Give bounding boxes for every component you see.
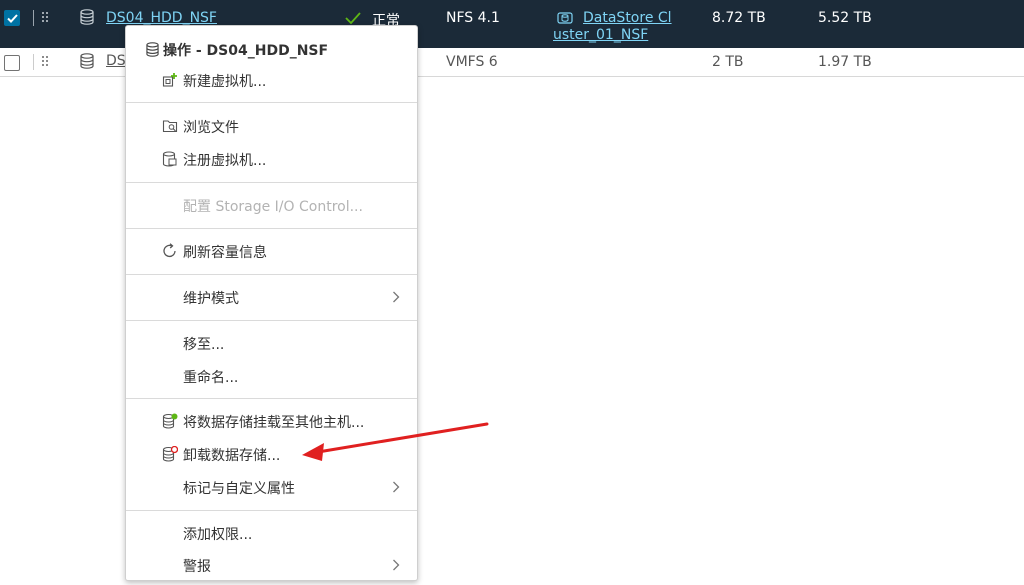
datastore-name-link[interactable]: DS04_HDD_NSF (106, 10, 217, 26)
capacity-value: 8.72 TB (712, 10, 766, 26)
datastore-name-link[interactable]: DS (106, 53, 126, 69)
menu-item-label: 标记与自定义属性 (183, 481, 295, 497)
menu-divider (126, 320, 417, 321)
menu-item-alarms[interactable]: 警报 (126, 551, 417, 579)
column-divider (33, 10, 34, 26)
datastore-cluster-icon (557, 12, 573, 24)
menu-item-label: 刷新容量信息 (183, 245, 267, 261)
menu-divider (126, 102, 417, 103)
register-vm-icon (162, 151, 177, 167)
row-checkbox-checked[interactable] (4, 10, 20, 26)
free-space-value: 1.97 TB (818, 54, 872, 70)
menu-item-storage-io-control: 配置 Storage I/O Control... (126, 191, 417, 219)
drag-handle-icon[interactable] (42, 56, 50, 68)
menu-item-label: 将数据存储挂载至其他主机... (183, 415, 365, 431)
chevron-right-icon (393, 291, 400, 303)
menu-title-text: 操作 - DS04_HDD_NSF (163, 43, 329, 59)
datastore-icon (80, 53, 94, 69)
cluster-link-line2[interactable]: uster_01_NSF (553, 27, 648, 43)
row-checkbox[interactable] (4, 55, 20, 71)
menu-item-label: 移至... (183, 337, 225, 353)
unmount-datastore-icon (162, 446, 178, 462)
status-ok-icon (345, 12, 361, 24)
free-space-value: 5.52 TB (818, 10, 872, 26)
drag-handle-icon[interactable] (42, 12, 50, 24)
datastore-type: VMFS 6 (446, 54, 498, 70)
browse-files-icon (162, 120, 178, 133)
menu-item-label: 配置 Storage I/O Control... (183, 199, 363, 215)
chevron-right-icon (393, 481, 400, 493)
menu-item-maintenance-mode[interactable]: 维护模式 (126, 283, 417, 311)
menu-divider (126, 182, 417, 183)
menu-title: 操作 - DS04_HDD_NSF (146, 40, 328, 60)
menu-divider (126, 274, 417, 275)
mount-datastore-icon (162, 413, 178, 429)
capacity-value: 2 TB (712, 54, 744, 70)
datastore-type: NFS 4.1 (446, 10, 500, 26)
refresh-icon (163, 243, 176, 258)
datastore-page: DS04_HDD_NSF 正常 NFS 4.1 DataStore Cl ust… (0, 0, 1024, 585)
menu-item-mount-datastore[interactable]: 将数据存储挂载至其他主机... (126, 407, 417, 435)
menu-item-rename[interactable]: 重命名... (126, 362, 417, 390)
menu-item-label: 卸载数据存储... (183, 448, 281, 464)
cluster-link-line1[interactable]: DataStore Cl (583, 10, 672, 26)
menu-item-label: 添加权限... (183, 527, 253, 543)
menu-divider (126, 398, 417, 399)
menu-item-refresh-capacity[interactable]: 刷新容量信息 (126, 237, 417, 265)
menu-item-new-vm[interactable]: 新建虚拟机... (126, 66, 417, 94)
menu-item-label: 注册虚拟机... (183, 153, 267, 169)
menu-item-browse-files[interactable]: 浏览文件 (126, 112, 417, 140)
datastore-icon (80, 9, 94, 25)
menu-item-label: 浏览文件 (183, 120, 239, 136)
menu-item-label: 警报 (183, 559, 211, 575)
menu-item-register-vm[interactable]: 注册虚拟机... (126, 145, 417, 173)
context-menu: 操作 - DS04_HDD_NSF 新建虚拟机... 浏览文件 注册虚拟机...… (125, 25, 418, 581)
menu-item-add-permission[interactable]: 添加权限... (126, 519, 417, 547)
menu-item-label: 重命名... (183, 370, 239, 386)
menu-item-move-to[interactable]: 移至... (126, 329, 417, 357)
datastore-icon (146, 42, 159, 57)
menu-divider (126, 510, 417, 511)
menu-item-tags-attributes[interactable]: 标记与自定义属性 (126, 473, 417, 501)
menu-divider (126, 228, 417, 229)
menu-item-label: 新建虚拟机... (183, 74, 267, 90)
new-vm-icon (162, 73, 177, 87)
chevron-right-icon (393, 559, 400, 571)
column-divider (33, 54, 34, 70)
menu-item-label: 维护模式 (183, 291, 239, 307)
menu-item-unmount-datastore[interactable]: 卸载数据存储... (126, 440, 417, 468)
